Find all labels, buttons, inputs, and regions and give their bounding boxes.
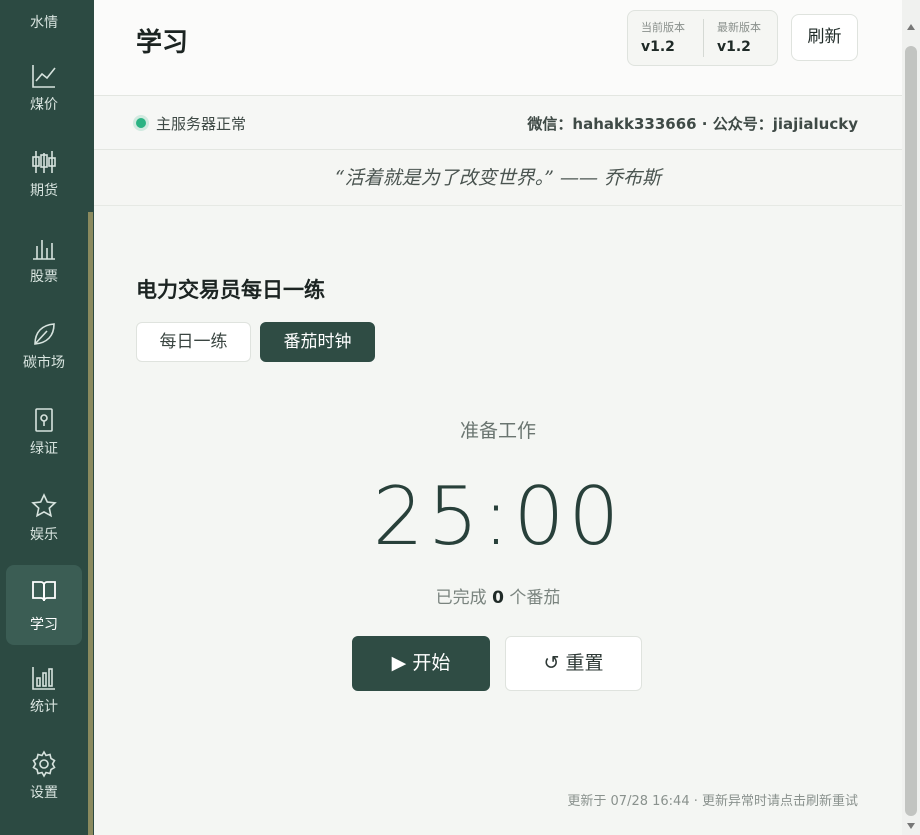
version-divider — [703, 19, 704, 57]
book-icon — [30, 577, 58, 605]
sidebar-item-futures[interactable]: 期货 — [6, 142, 82, 222]
current-version-value: v1.2 — [641, 39, 675, 55]
sidebar-item-label: 娱乐 — [30, 527, 58, 543]
sidebar-item-label: 股票 — [30, 269, 58, 285]
current-version: 当前版本 v1.2 — [641, 19, 703, 55]
sidebar-item-label: 学习 — [30, 617, 58, 633]
latest-version-value: v1.2 — [717, 39, 751, 55]
timer-status: 准备工作 — [459, 420, 536, 442]
gear-icon — [30, 750, 58, 778]
update-footer: 更新于 07/28 16:44 · 更新异常时请点击刷新重试 — [567, 794, 858, 809]
reset-button[interactable]: ↺ 重置 — [505, 636, 642, 691]
sidebar-item-label: 设置 — [30, 785, 58, 801]
sidebar: 水情 煤价 期货 股票 碳市场 绿证 娱乐 学习 统计 设置 — [0, 0, 94, 835]
start-button[interactable]: ▶ 开始 — [352, 636, 490, 691]
scrollbar[interactable] — [902, 0, 920, 835]
completed-count: 0 — [492, 588, 504, 608]
quote-text: “活着就是为了改变世界。” —— 乔布斯 — [334, 167, 661, 189]
quote-bar: “活着就是为了改变世界。” —— 乔布斯 — [94, 150, 902, 206]
page-title: 学习 — [136, 28, 189, 58]
sidebar-item-coal-price[interactable]: 煤价 — [6, 56, 82, 136]
header: 学习 当前版本 v1.2 最新版本 v1.2 刷新 — [94, 0, 902, 96]
sidebar-item-entertainment[interactable]: 娱乐 — [6, 486, 82, 566]
sidebar-item-water[interactable]: 水情 — [6, 12, 82, 32]
contact-info: 微信：hahakk333666 · 公众号：jiajialucky — [527, 115, 858, 133]
tab-pomodoro[interactable]: 番茄时钟 — [260, 322, 375, 362]
scroll-down-icon[interactable] — [907, 823, 915, 829]
current-version-label: 当前版本 — [641, 21, 685, 34]
sidebar-item-study[interactable]: 学习 — [6, 565, 82, 645]
sidebar-item-green-cert[interactable]: 绿证 — [6, 400, 82, 480]
completed-suffix: 个番茄 — [509, 588, 561, 608]
sidebar-item-label: 统计 — [30, 699, 58, 715]
scroll-thumb[interactable] — [905, 46, 917, 816]
stats-icon — [30, 664, 58, 692]
version-panel: 当前版本 v1.2 最新版本 v1.2 — [627, 10, 778, 66]
timer-display: 25:00 — [372, 470, 624, 563]
sidebar-item-label: 期货 — [30, 183, 58, 199]
completed-count-text: 已完成 0 个番茄 — [94, 583, 902, 608]
completed-prefix: 已完成 — [435, 588, 487, 608]
line-chart-icon — [30, 62, 58, 90]
leaf-icon — [30, 320, 58, 348]
section-title: 电力交易员每日一练 — [136, 278, 325, 302]
server-status-text: 主服务器正常 — [156, 115, 247, 133]
server-status-dot — [136, 118, 146, 128]
status-bar: 主服务器正常 微信：hahakk333666 · 公众号：jiajialucky — [94, 96, 902, 150]
tab-daily-practice[interactable]: 每日一练 — [136, 322, 251, 362]
scroll-up-icon[interactable] — [907, 24, 915, 30]
star-icon — [30, 492, 58, 520]
reset-button-label: ↺ 重置 — [543, 652, 604, 674]
sidebar-item-label: 碳市场 — [23, 355, 65, 371]
refresh-button[interactable]: 刷新 — [791, 14, 858, 61]
bar-chart-icon — [30, 234, 58, 262]
sidebar-item-carbon-market[interactable]: 碳市场 — [6, 314, 82, 394]
sidebar-item-statistics[interactable]: 统计 — [6, 658, 82, 738]
sidebar-item-stocks[interactable]: 股票 — [6, 228, 82, 308]
main-content: 学习 当前版本 v1.2 最新版本 v1.2 刷新 主服务器正常 微信：haha… — [94, 0, 902, 835]
certificate-icon — [30, 406, 58, 434]
start-button-label: ▶ 开始 — [391, 652, 451, 674]
candlestick-icon — [30, 148, 58, 176]
sidebar-item-settings[interactable]: 设置 — [6, 744, 82, 824]
sidebar-scroll-indicator — [88, 212, 93, 835]
latest-version: 最新版本 v1.2 — [717, 19, 779, 55]
latest-version-label: 最新版本 — [717, 21, 761, 34]
sidebar-item-label: 煤价 — [30, 97, 58, 113]
sidebar-item-label: 绿证 — [30, 441, 58, 457]
